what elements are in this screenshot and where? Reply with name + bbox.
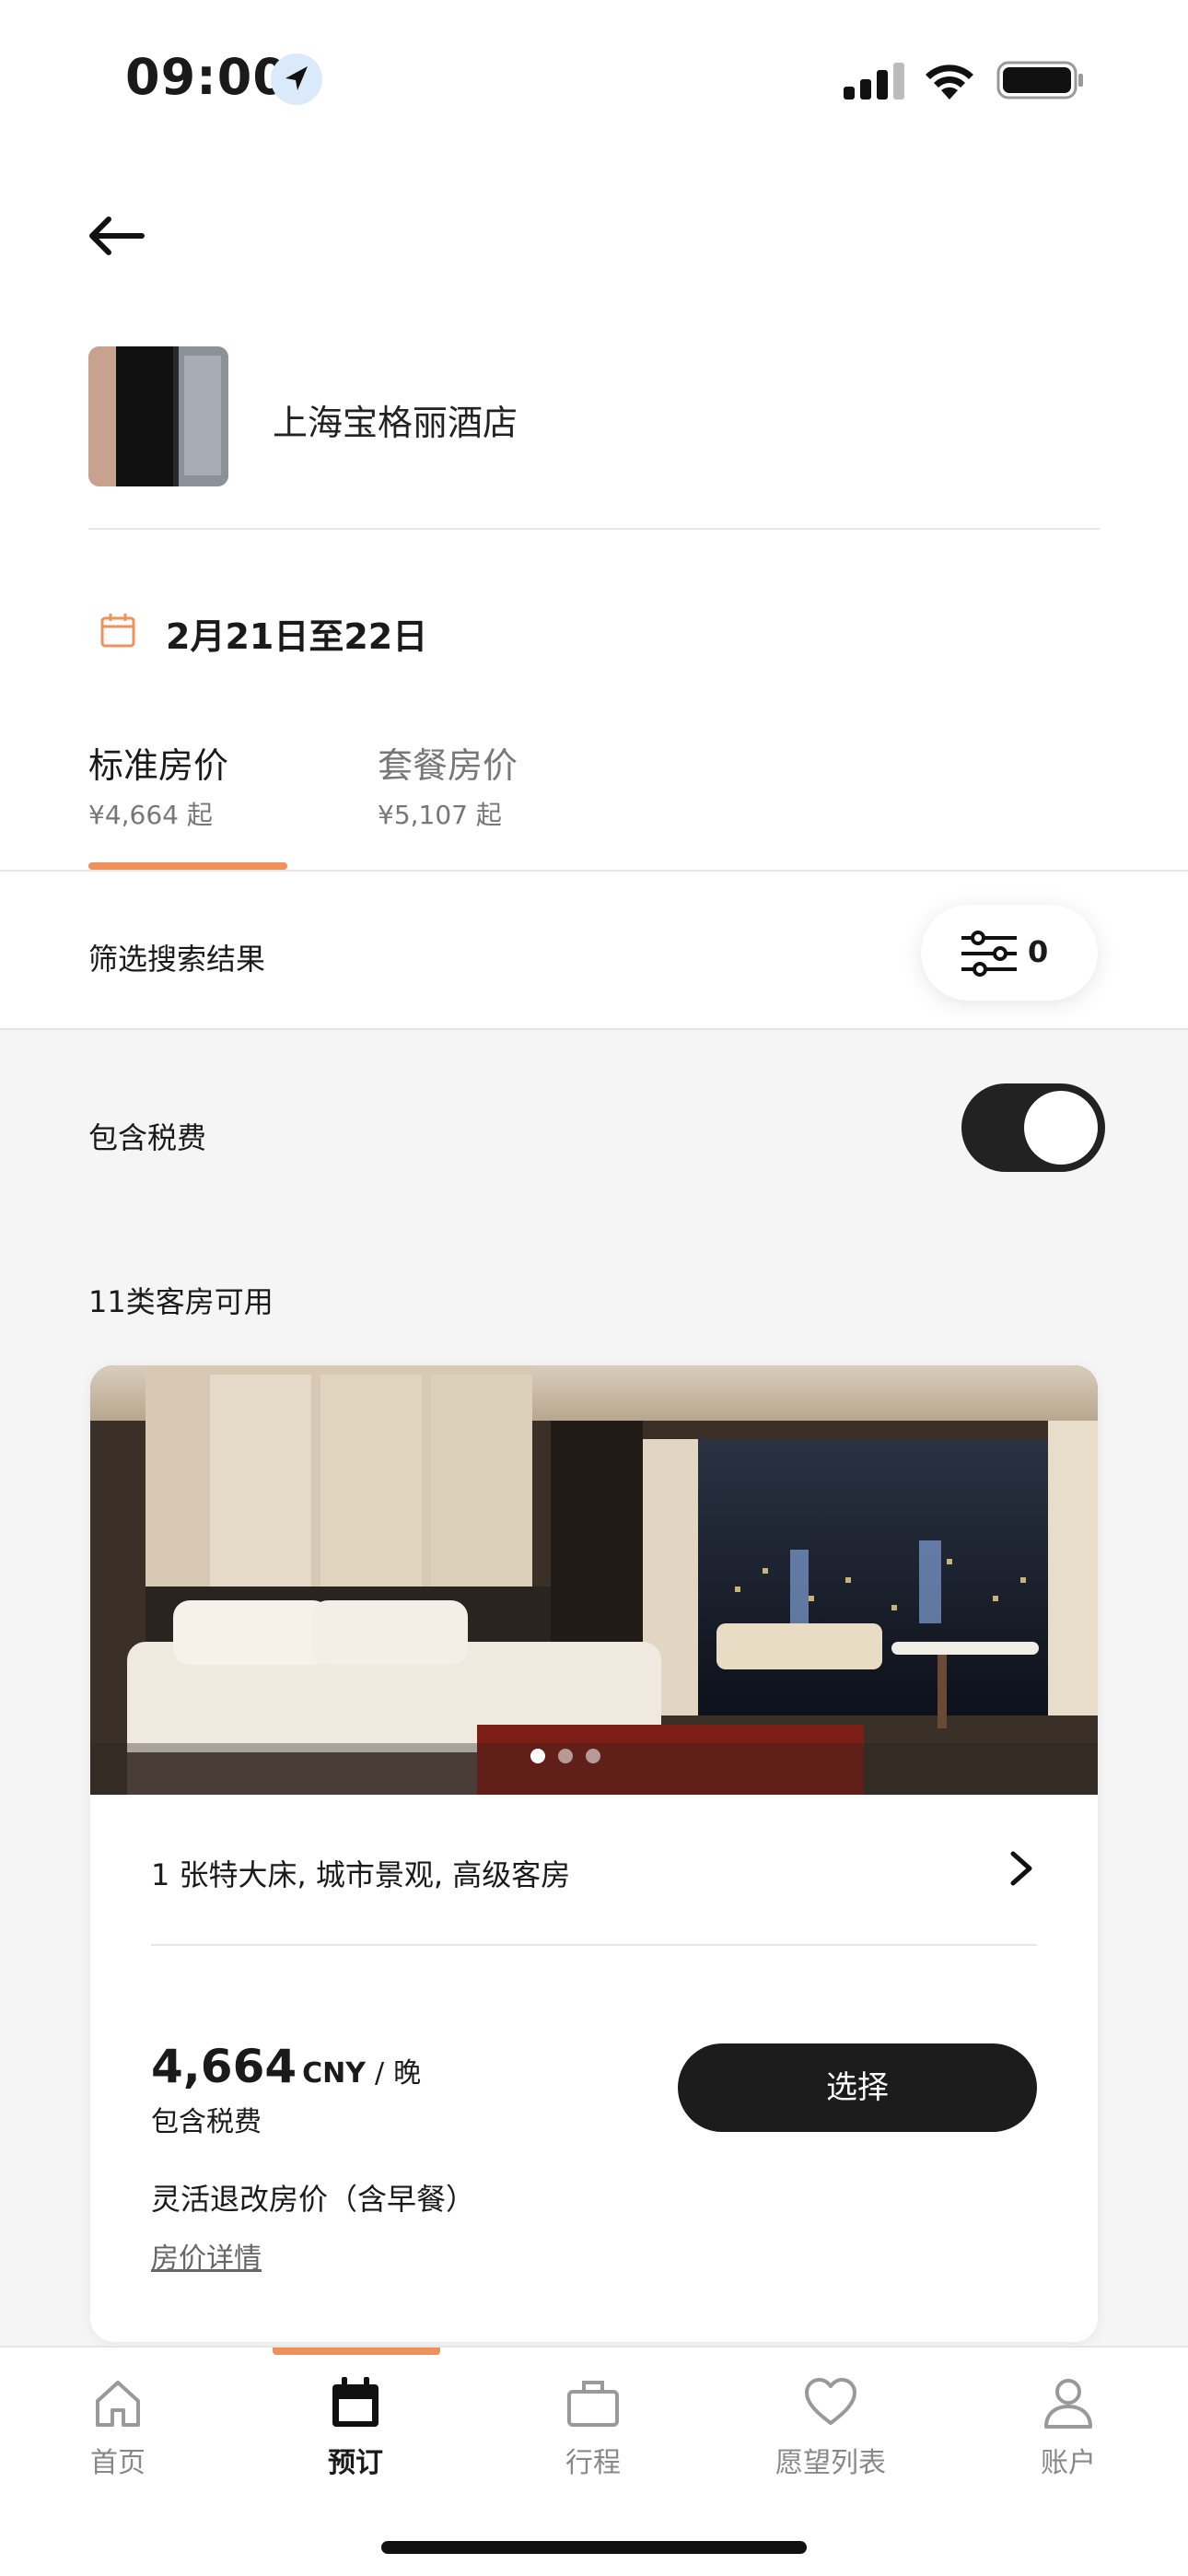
price-tax-note: 包含税费 [151, 2106, 262, 2138]
nav-item-wishlist[interactable]: 愿望列表 [739, 2375, 923, 2480]
divider [88, 528, 1100, 530]
tab-package-rate[interactable]: 套餐房价 ¥5,107 起 [378, 737, 518, 832]
nav-label: 账户 [1041, 2447, 1096, 2479]
status-bar: 09:00 [0, 0, 1188, 157]
price-separator: / [375, 2057, 385, 2090]
wifi-icon [926, 64, 973, 100]
photo-carousel-dots[interactable] [530, 1749, 600, 1763]
nav-item-trips[interactable]: 行程 [501, 2375, 685, 2480]
rooms-available-count: 11类客房可用 [88, 1284, 274, 1319]
price-currency: CNY [302, 2057, 367, 2090]
nav-label: 预订 [328, 2447, 383, 2479]
stay-dates[interactable]: 2月21日至22日 [166, 608, 427, 659]
briefcase-icon [567, 2381, 619, 2427]
tax-toggle[interactable] [961, 1083, 1105, 1172]
hotel-name: 上海宝格丽酒店 [273, 403, 518, 443]
battery-icon [996, 61, 1083, 100]
nav-item-account[interactable]: 账户 [976, 2375, 1160, 2480]
tab-price: ¥5,107 起 [378, 800, 502, 830]
rate-details-link[interactable]: 房价详情 [151, 2235, 262, 2276]
divider [151, 1944, 1037, 1946]
nav-label: 首页 [90, 2447, 146, 2479]
back-arrow-icon[interactable] [83, 208, 147, 263]
carousel-dot[interactable] [586, 1749, 600, 1763]
price-line: 4,664 CNY / 晚 [151, 2040, 421, 2093]
room-photo[interactable] [90, 1365, 1098, 1795]
home-indicator[interactable] [381, 2541, 807, 2554]
nav-active-indicator [273, 2348, 440, 2355]
tab-title: 套餐房价 [378, 745, 518, 786]
heart-icon [805, 2378, 856, 2425]
filter-button[interactable]: 0 [921, 905, 1098, 1001]
tab-standard-rate[interactable]: 标准房价 ¥4,664 起 [88, 737, 228, 832]
tab-title: 标准房价 [88, 745, 229, 786]
nav-label: 行程 [565, 2447, 621, 2479]
calendar-icon [332, 2377, 379, 2427]
price-amount: 4,664 [151, 2040, 297, 2093]
calendar-icon [100, 614, 135, 648]
price-unit: 晚 [393, 2057, 422, 2090]
rate-name: 灵活退改房价（含早餐） [151, 2182, 476, 2217]
carousel-dot[interactable] [530, 1749, 545, 1763]
status-time: 09:00 [125, 48, 288, 106]
carousel-dot[interactable] [558, 1749, 573, 1763]
hotel-thumbnail [88, 346, 228, 486]
home-icon [96, 2381, 140, 2427]
select-room-button[interactable]: 选择 [678, 2043, 1037, 2132]
user-icon [1044, 2379, 1092, 2429]
filter-count: 0 [1028, 934, 1049, 969]
toggle-knob [1024, 1091, 1098, 1165]
sliders-icon [961, 931, 1017, 977]
chevron-right-icon[interactable] [1006, 1848, 1037, 1889]
nav-item-home[interactable]: 首页 [26, 2375, 210, 2480]
room-name[interactable]: 1 张特大床, 城市景观, 高级客房 [151, 1852, 570, 1894]
cellular-signal-icon [844, 63, 904, 100]
tax-toggle-label: 包含税费 [88, 1120, 207, 1155]
nav-item-booking[interactable]: 预订 [263, 2375, 448, 2480]
tab-price: ¥4,664 起 [88, 800, 213, 830]
tab-active-indicator [88, 862, 287, 870]
location-arrow-icon [271, 53, 322, 105]
filter-label: 筛选搜索结果 [88, 942, 266, 977]
nav-label: 愿望列表 [775, 2447, 886, 2479]
room-card: 1 张特大床, 城市景观, 高级客房 4,664 CNY / 晚 包含税费 选择 灵活… [90, 1365, 1098, 2342]
